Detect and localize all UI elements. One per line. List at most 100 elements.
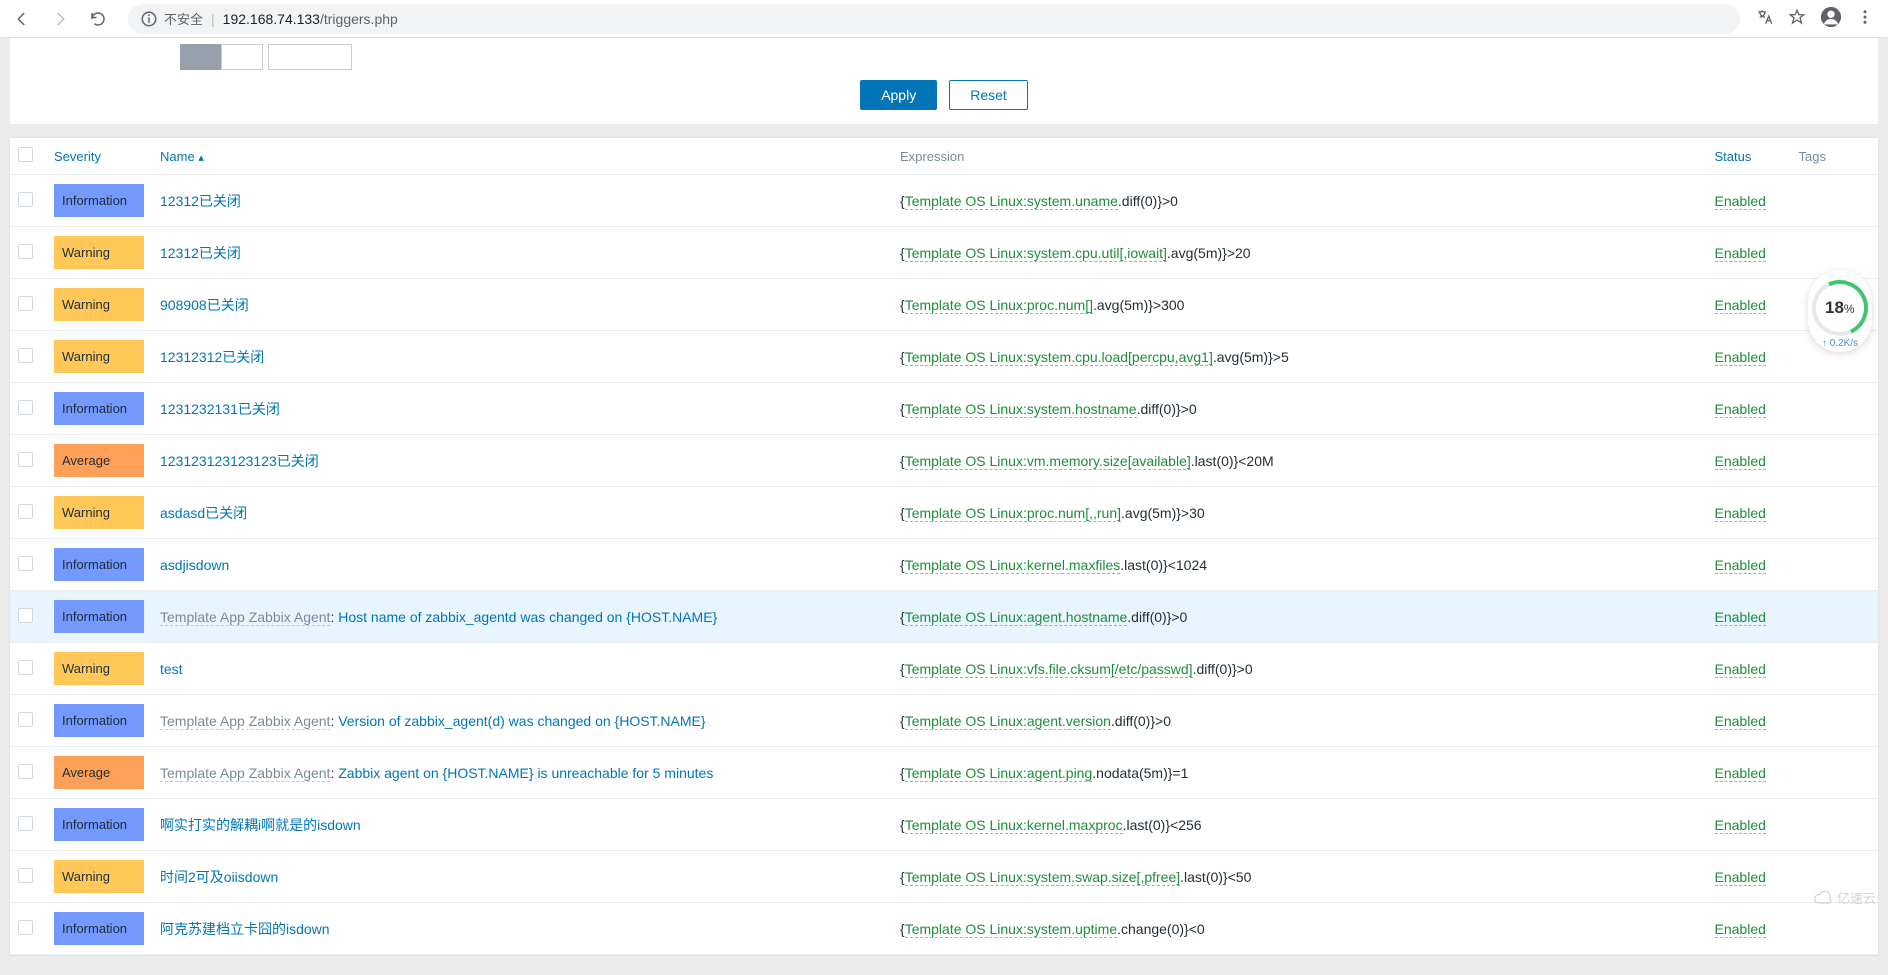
template-link[interactable]: Template App Zabbix Agent — [160, 609, 330, 626]
bookmark-star-icon[interactable] — [1788, 8, 1806, 29]
site-info[interactable]: 不安全 — [140, 9, 203, 28]
table-row: Warning908908已关闭{Template OS Linux:proc.… — [10, 279, 1878, 331]
status-link[interactable]: Enabled — [1715, 505, 1766, 522]
expression-template-link[interactable]: Template OS Linux:vfs.file.cksum[/etc/pa… — [905, 661, 1193, 678]
tags-cell — [1791, 539, 1878, 591]
status-link[interactable]: Enabled — [1715, 817, 1766, 834]
status-link[interactable]: Enabled — [1715, 193, 1766, 210]
severity-badge: Information — [54, 704, 144, 737]
filter-tab-1[interactable] — [180, 44, 222, 70]
expression-template-link[interactable]: Template OS Linux:system.swap.size[,pfre… — [905, 869, 1180, 886]
row-checkbox[interactable] — [18, 452, 33, 467]
severity-badge: Warning — [54, 496, 144, 529]
row-checkbox[interactable] — [18, 192, 33, 207]
menu-icon[interactable] — [1856, 8, 1874, 29]
trigger-name-link[interactable]: 12312312已关闭 — [160, 349, 264, 365]
row-checkbox[interactable] — [18, 660, 33, 675]
row-checkbox[interactable] — [18, 764, 33, 779]
row-checkbox[interactable] — [18, 868, 33, 883]
header-name[interactable]: Name ▴ — [152, 138, 892, 175]
row-checkbox[interactable] — [18, 504, 33, 519]
severity-badge: Information — [54, 548, 144, 581]
expression-template-link[interactable]: Template OS Linux:kernel.maxproc — [905, 817, 1123, 834]
row-checkbox[interactable] — [18, 400, 33, 415]
trigger-name-link[interactable]: 阿克苏建档立卡囧的isdown — [160, 921, 330, 937]
row-checkbox[interactable] — [18, 712, 33, 727]
page-content: Apply Reset Severity Name ▴ Expression S… — [0, 38, 1888, 975]
speed-ring: 18% — [1804, 272, 1876, 344]
status-link[interactable]: Enabled — [1715, 661, 1766, 678]
triggers-table: Severity Name ▴ Expression Status Tags I… — [10, 138, 1878, 955]
trigger-name-link[interactable]: 啊实打实的解耦i啊就是的isdown — [160, 817, 361, 833]
table-row: Information1231232131已关闭{Template OS Lin… — [10, 383, 1878, 435]
trigger-name-link[interactable]: 123123123123123已关闭 — [160, 453, 319, 469]
expression-template-link[interactable]: Template OS Linux:vm.memory.size[availab… — [905, 453, 1191, 470]
trigger-name-link[interactable]: Zabbix agent on {HOST.NAME} is unreachab… — [338, 765, 713, 781]
trigger-name-link[interactable]: asdjisdown — [160, 557, 229, 573]
trigger-name-link[interactable]: 1231232131已关闭 — [160, 401, 280, 417]
trigger-name-link[interactable]: 时间2可及oiisdown — [160, 869, 278, 885]
status-link[interactable]: Enabled — [1715, 453, 1766, 470]
template-link[interactable]: Template App Zabbix Agent — [160, 713, 330, 730]
expression-template-link[interactable]: Template OS Linux:proc.num[] — [905, 297, 1093, 314]
filter-panel: Apply Reset — [10, 38, 1878, 124]
trigger-name-link[interactable]: 12312已关闭 — [160, 193, 241, 209]
expression-template-link[interactable]: Template OS Linux:proc.num[,,run] — [905, 505, 1121, 522]
row-checkbox[interactable] — [18, 816, 33, 831]
status-link[interactable]: Enabled — [1715, 713, 1766, 730]
row-checkbox[interactable] — [18, 348, 33, 363]
trigger-name-link[interactable]: Host name of zabbix_agentd was changed o… — [338, 609, 717, 625]
trigger-name-link[interactable]: test — [160, 661, 183, 677]
tags-cell — [1791, 799, 1878, 851]
status-link[interactable]: Enabled — [1715, 609, 1766, 626]
header-severity[interactable]: Severity — [46, 138, 152, 175]
status-link[interactable]: Enabled — [1715, 557, 1766, 574]
status-link[interactable]: Enabled — [1715, 401, 1766, 418]
trigger-name-link[interactable]: asdasd已关闭 — [160, 505, 247, 521]
reload-button[interactable] — [84, 5, 112, 33]
trigger-name-link[interactable]: 908908已关闭 — [160, 297, 249, 313]
status-link[interactable]: Enabled — [1715, 765, 1766, 782]
filter-tabs — [180, 44, 1878, 70]
filter-tab-2[interactable] — [221, 44, 263, 70]
forward-button[interactable] — [46, 5, 74, 33]
back-button[interactable] — [8, 5, 36, 33]
row-checkbox[interactable] — [18, 556, 33, 571]
status-link[interactable]: Enabled — [1715, 349, 1766, 366]
profile-icon[interactable] — [1820, 6, 1842, 31]
translate-icon[interactable] — [1756, 8, 1774, 29]
expression-template-link[interactable]: Template OS Linux:agent.ping — [905, 765, 1093, 782]
speed-widget[interactable]: 18% ↑ 0.2K/s — [1808, 270, 1872, 352]
severity-badge: Information — [54, 808, 144, 841]
security-label: 不安全 — [164, 9, 203, 28]
status-link[interactable]: Enabled — [1715, 921, 1766, 938]
status-link[interactable]: Enabled — [1715, 245, 1766, 262]
trigger-name-link[interactable]: 12312已关闭 — [160, 245, 241, 261]
status-link[interactable]: Enabled — [1715, 297, 1766, 314]
header-status[interactable]: Status — [1707, 138, 1791, 175]
reset-button[interactable]: Reset — [949, 80, 1028, 110]
row-checkbox[interactable] — [18, 244, 33, 259]
expression-template-link[interactable]: Template OS Linux:agent.hostname — [905, 609, 1128, 626]
expression-template-link[interactable]: Template OS Linux:kernel.maxfiles — [905, 557, 1121, 574]
watermark: 亿速云 — [1813, 888, 1876, 907]
url-text: 192.168.74.133/triggers.php — [223, 11, 398, 27]
severity-badge: Warning — [54, 340, 144, 373]
apply-button[interactable]: Apply — [860, 80, 937, 110]
expression-template-link[interactable]: Template OS Linux:system.cpu.util[,iowai… — [905, 245, 1167, 262]
row-checkbox[interactable] — [18, 296, 33, 311]
expression-template-link[interactable]: Template OS Linux:system.hostname — [905, 401, 1137, 418]
address-bar[interactable]: 不安全 | 192.168.74.133/triggers.php — [128, 4, 1740, 34]
expression-template-link[interactable]: Template OS Linux:agent.version — [905, 713, 1111, 730]
status-link[interactable]: Enabled — [1715, 869, 1766, 886]
expression-template-link[interactable]: Template OS Linux:system.cpu.load[percpu… — [905, 349, 1213, 366]
expression-template-link[interactable]: Template OS Linux:system.uname — [905, 193, 1118, 210]
select-all-checkbox[interactable] — [18, 147, 33, 162]
expression-template-link[interactable]: Template OS Linux:system.uptime — [905, 921, 1117, 938]
row-checkbox[interactable] — [18, 920, 33, 935]
row-checkbox[interactable] — [18, 608, 33, 623]
table-row: Warning12312312已关闭{Template OS Linux:sys… — [10, 331, 1878, 383]
filter-tab-3[interactable] — [268, 44, 352, 70]
trigger-name-link[interactable]: Version of zabbix_agent(d) was changed o… — [338, 713, 705, 729]
template-link[interactable]: Template App Zabbix Agent — [160, 765, 330, 782]
